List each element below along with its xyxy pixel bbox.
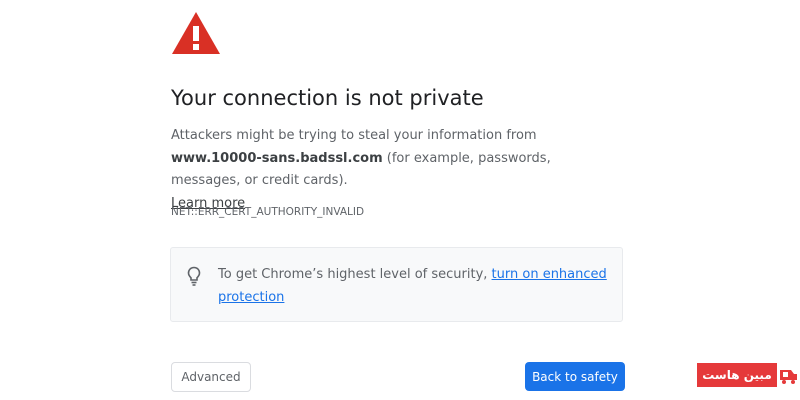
enhanced-protection-box: To get Chrome’s highest level of securit… [170, 247, 623, 322]
domain-name: www.10000-sans.badssl.com [171, 150, 383, 166]
enhanced-protection-prefix: To get Chrome’s highest level of securit… [218, 267, 492, 282]
back-to-safety-button[interactable]: Back to safety [525, 362, 625, 391]
ssl-error-page: Your connection is not private Attackers… [0, 0, 800, 400]
mihan-host-logo-icon [777, 363, 800, 387]
lightbulb-icon [187, 266, 201, 286]
watermark-text: مبین هاست [697, 363, 777, 387]
watermark: مبین هاست [697, 363, 800, 387]
enhanced-protection-text: To get Chrome’s highest level of securit… [218, 264, 608, 309]
error-code: NET::ERR_CERT_AUTHORITY_INVALID [171, 206, 365, 218]
description-prefix: Attackers might be trying to steal your … [171, 128, 537, 143]
advanced-button[interactable]: Advanced [171, 362, 251, 392]
page-title: Your connection is not private [171, 86, 484, 110]
warning-triangle-icon [172, 12, 220, 54]
error-description: Attackers might be trying to steal your … [171, 125, 621, 215]
